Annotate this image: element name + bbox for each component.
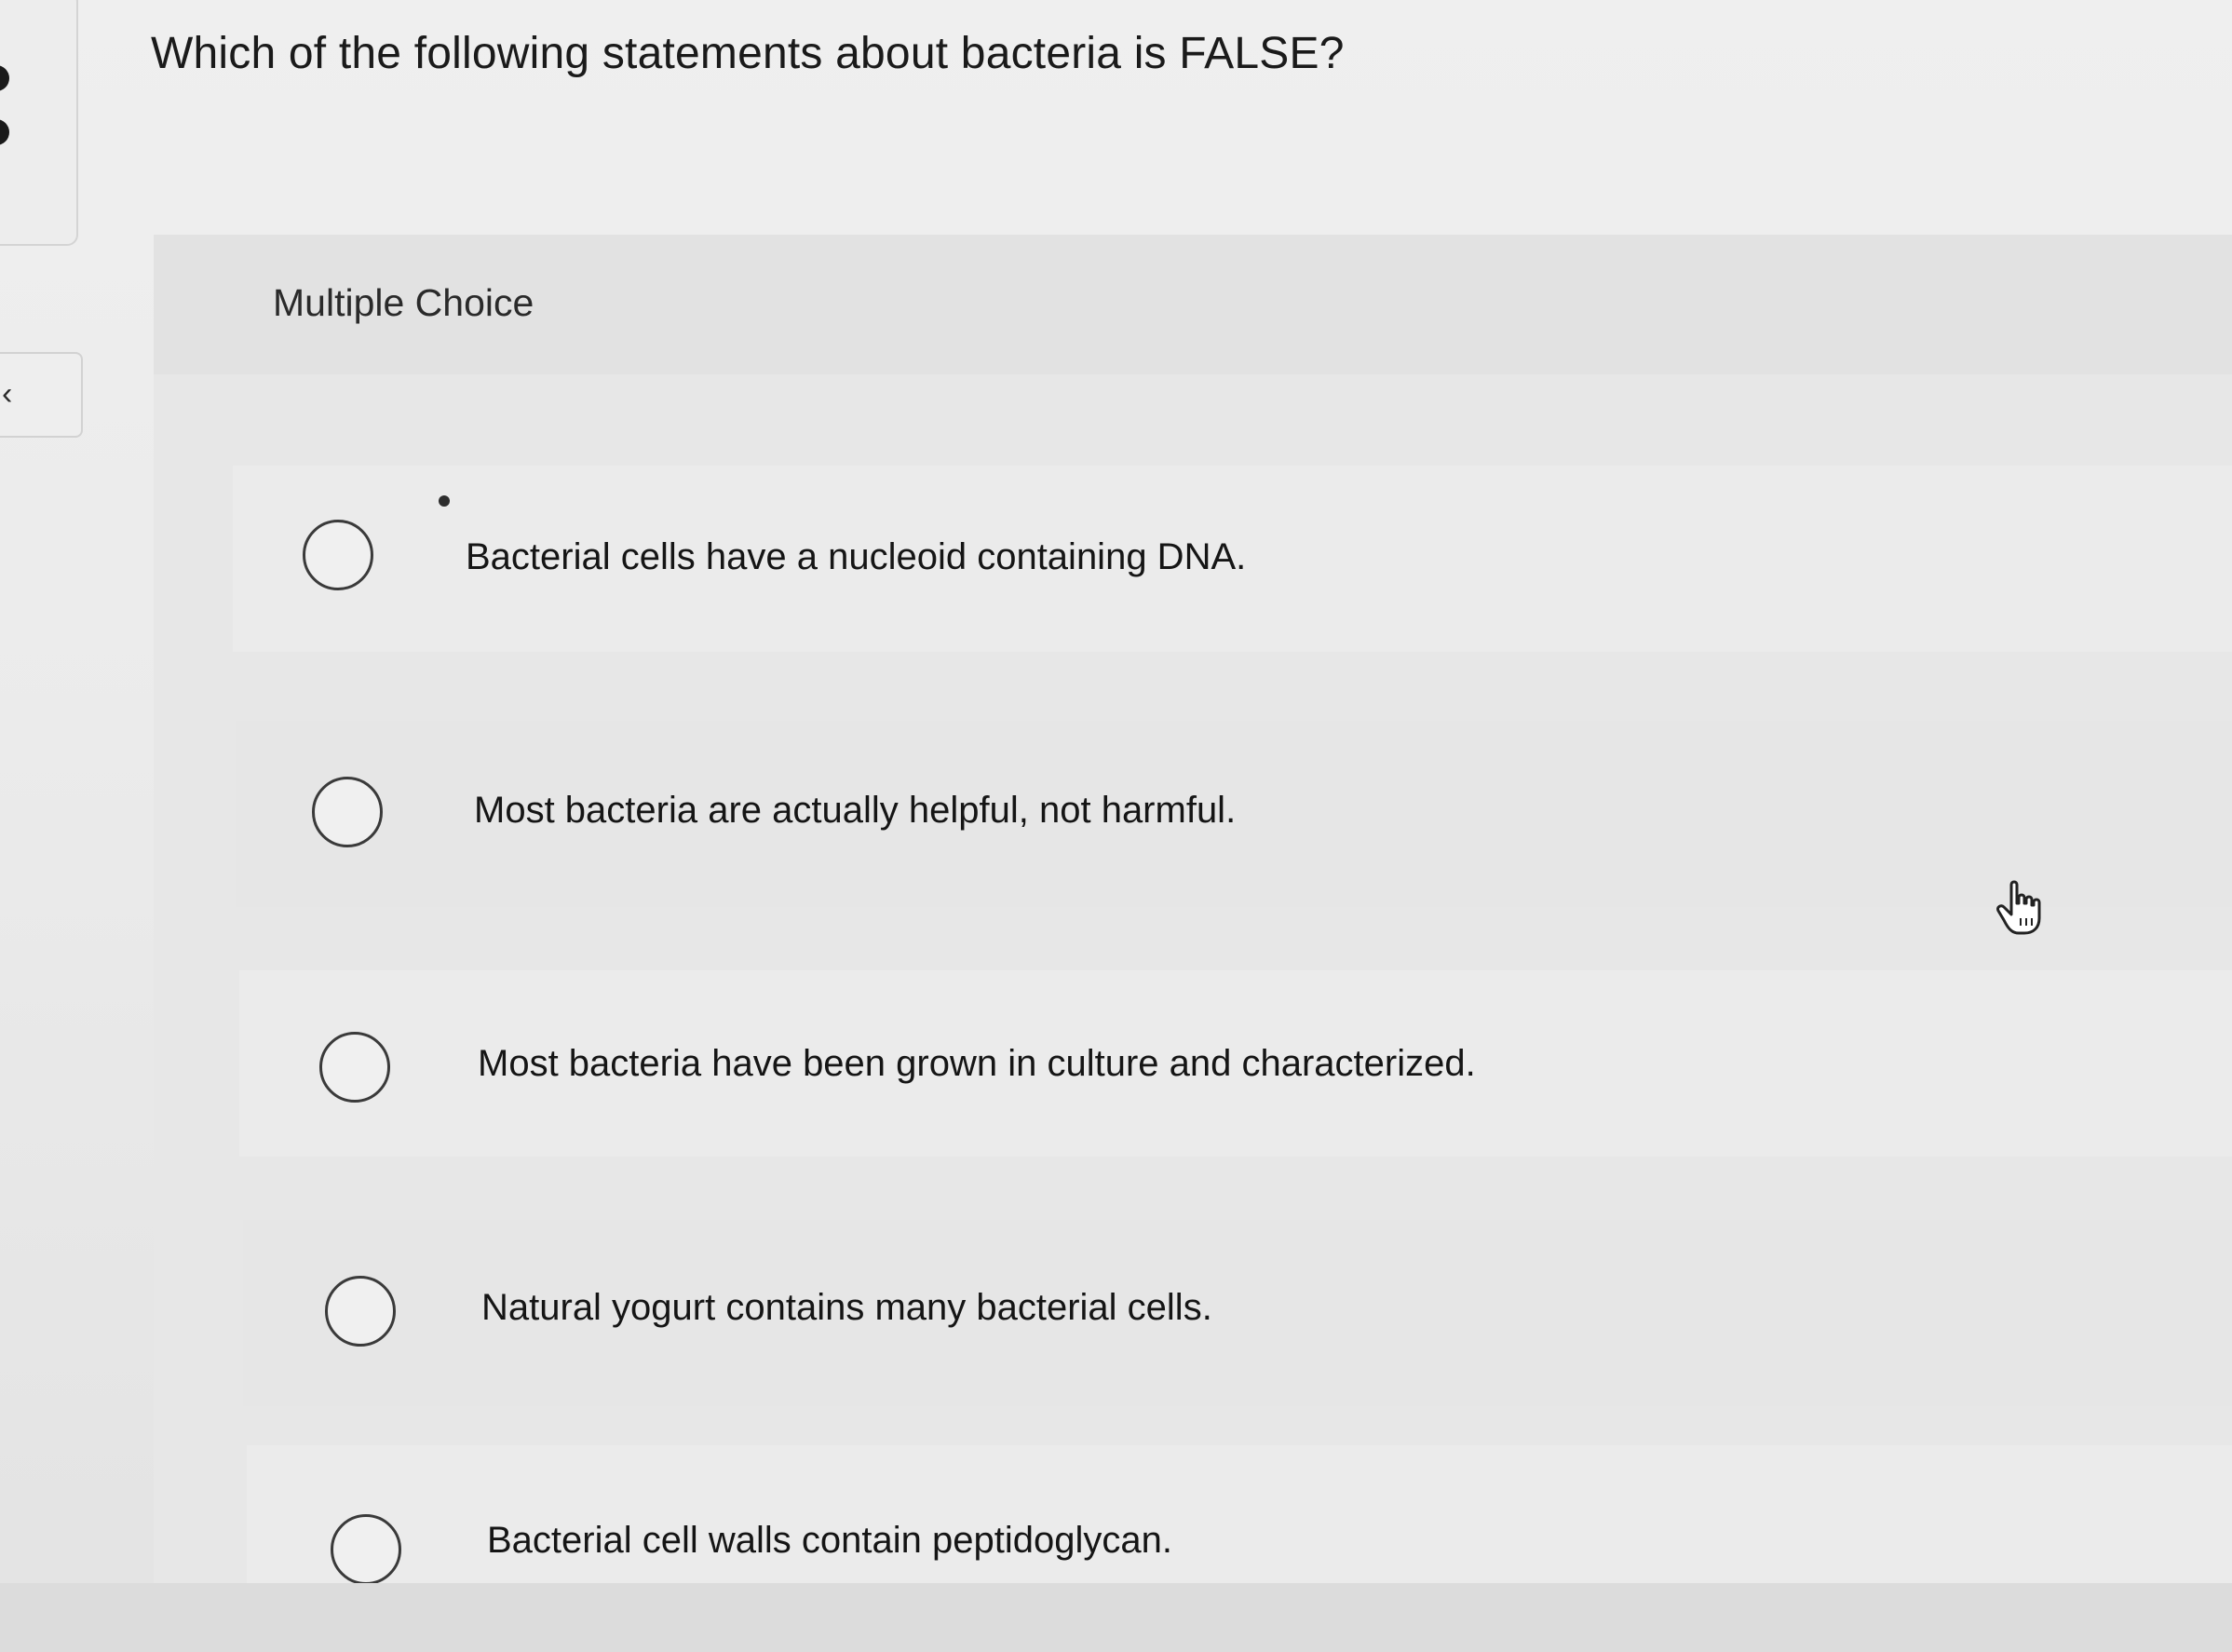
choice-option-3[interactable]: Most bacteria have been grown in culture…: [239, 970, 2232, 1157]
focus-dot: [439, 495, 450, 507]
question-title: Which of the following statements about …: [151, 29, 1345, 78]
choice-option-1[interactable]: Bacterial cells have a nucleoid containi…: [233, 466, 2232, 652]
choice-label: Bacterial cell walls contain peptidoglyc…: [487, 1520, 1172, 1561]
choice-label: Bacterial cells have a nucleoid containi…: [466, 536, 1247, 577]
collapse-sidebar-button[interactable]: ‹: [0, 352, 83, 438]
choice-label: Most bacteria have been grown in culture…: [478, 1043, 1476, 1084]
question-type-label: Multiple Choice: [273, 281, 534, 324]
choice-option-5[interactable]: Bacterial cell walls contain peptidoglyc…: [247, 1445, 2232, 1585]
quiz-screen: ‹ Which of the following statements abou…: [0, 0, 2232, 1652]
choice-label: Most bacteria are actually helpful, not …: [474, 790, 1237, 831]
panel-header: Multiple Choice: [154, 235, 2232, 374]
side-panel: [0, 0, 78, 246]
radio-button[interactable]: [319, 1032, 390, 1103]
radio-button[interactable]: [325, 1276, 396, 1347]
chevron-left-icon: ‹: [2, 376, 13, 412]
hand-pointer-icon: [1996, 880, 2041, 935]
choice-option-4[interactable]: Natural yogurt contains many bacterial c…: [243, 1220, 2232, 1406]
progress-indicator-icon: [0, 65, 9, 158]
choice-label: Natural yogurt contains many bacterial c…: [481, 1287, 1212, 1328]
radio-button[interactable]: [303, 520, 373, 590]
radio-button[interactable]: [331, 1514, 401, 1585]
multiple-choice-panel: Multiple Choice Bacterial cells have a n…: [154, 235, 2232, 1585]
choice-option-2[interactable]: Most bacteria are actually helpful, not …: [236, 721, 2232, 907]
radio-button[interactable]: [312, 777, 383, 847]
footer-bar: [0, 1583, 2232, 1652]
